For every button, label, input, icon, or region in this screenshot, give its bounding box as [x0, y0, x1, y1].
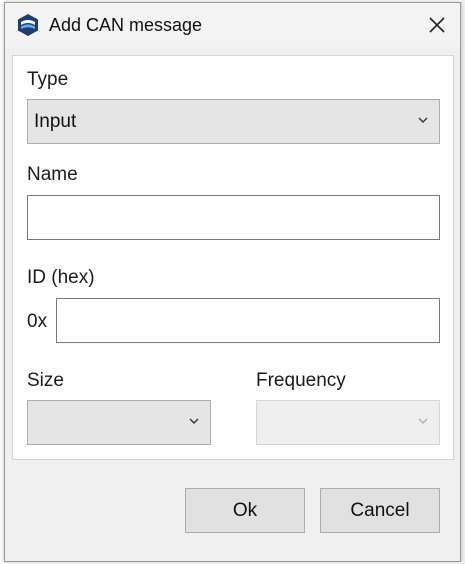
id-field[interactable]	[56, 298, 440, 343]
chevron-down-icon	[418, 418, 428, 424]
dialog-title: Add CAN message	[49, 15, 203, 35]
close-icon	[429, 17, 445, 33]
background-window-edge-right	[461, 0, 465, 564]
id-prefix: 0x	[27, 311, 48, 332]
title-bar: Add CAN message	[5, 3, 460, 47]
add-can-message-dialog: Add CAN message Type Input Name ID (hex)…	[4, 2, 461, 562]
size-label: Size	[27, 370, 64, 391]
type-label: Type	[27, 69, 69, 90]
frequency-select[interactable]	[256, 400, 440, 445]
size-select[interactable]	[27, 400, 211, 445]
id-label: ID (hex)	[27, 267, 95, 288]
name-field[interactable]	[27, 195, 440, 240]
type-select[interactable]: Input	[27, 99, 440, 144]
chevron-down-icon	[189, 418, 199, 424]
app-logo-icon	[18, 14, 38, 36]
ok-button[interactable]: Ok	[185, 488, 305, 533]
form-panel: Type Input Name ID (hex) 0x Size Frequen…	[12, 55, 454, 460]
close-button[interactable]	[414, 3, 460, 47]
type-selected-value: Input	[34, 111, 77, 132]
cancel-button[interactable]: Cancel	[320, 488, 440, 533]
chevron-down-icon	[418, 117, 428, 123]
frequency-label: Frequency	[256, 370, 346, 391]
name-label: Name	[27, 164, 78, 185]
